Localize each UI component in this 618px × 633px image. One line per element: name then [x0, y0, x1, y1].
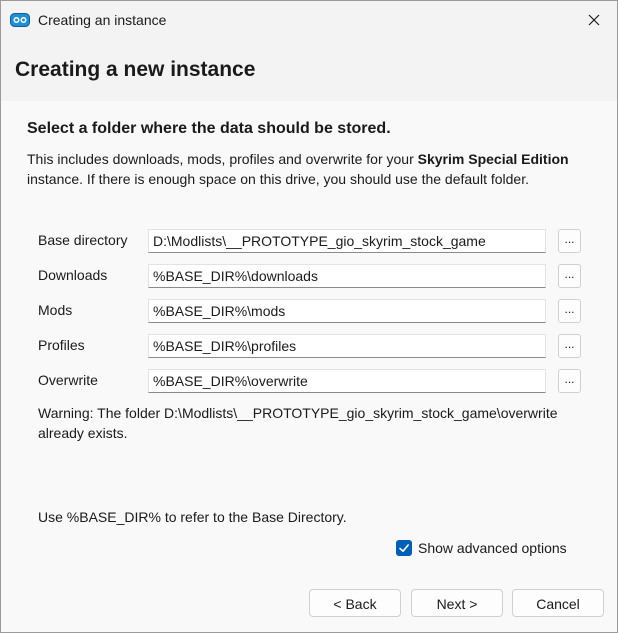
show-advanced-options-label: Show advanced options: [418, 540, 567, 556]
section-heading: Select a folder where the data should be…: [27, 120, 391, 137]
profiles-label: Profiles: [38, 337, 85, 353]
profiles-input[interactable]: [148, 334, 546, 358]
dialog-window: Creating an instance Creating a new inst…: [0, 0, 618, 633]
description-text-end: instance. If there is enough space on th…: [27, 171, 529, 187]
path-row-base-directory: Base directory ...: [38, 229, 581, 254]
app-icon: [10, 13, 30, 27]
checkmark-icon: [399, 544, 409, 552]
mods-browse-button[interactable]: ...: [558, 299, 581, 323]
next-button[interactable]: Next >: [411, 589, 503, 617]
page-header: Creating a new instance: [1, 39, 617, 101]
mods-label: Mods: [38, 302, 73, 318]
section-description: This includes downloads, mods, profiles …: [27, 149, 587, 189]
downloads-browse-button[interactable]: ...: [558, 264, 581, 288]
mods-input[interactable]: [148, 299, 546, 323]
back-button[interactable]: < Back: [309, 589, 401, 617]
page-title: Creating a new instance: [15, 58, 256, 81]
base-directory-input[interactable]: [148, 229, 546, 253]
downloads-label: Downloads: [38, 267, 108, 283]
path-row-mods: Mods ...: [38, 299, 581, 324]
close-icon: [588, 14, 600, 26]
title-bar: Creating an instance: [1, 1, 617, 39]
path-row-downloads: Downloads ...: [38, 264, 581, 289]
overwrite-browse-button[interactable]: ...: [558, 369, 581, 393]
overwrite-input[interactable]: [148, 369, 546, 393]
cancel-button[interactable]: Cancel: [512, 589, 604, 617]
base-dir-hint: Use %BASE_DIR% to refer to the Base Dire…: [38, 509, 347, 525]
path-row-profiles: Profiles ...: [38, 334, 581, 359]
checkbox-box[interactable]: [396, 540, 412, 556]
game-name: Skyrim Special Edition: [417, 151, 569, 167]
close-button[interactable]: [571, 1, 617, 39]
window-title: Creating an instance: [38, 12, 167, 28]
profiles-browse-button[interactable]: ...: [558, 334, 581, 358]
description-text: This includes downloads, mods, profiles …: [27, 151, 418, 167]
base-directory-label: Base directory: [38, 232, 128, 248]
show-advanced-options-checkbox[interactable]: Show advanced options: [396, 538, 567, 558]
path-row-overwrite: Overwrite ...: [38, 369, 581, 394]
base-directory-browse-button[interactable]: ...: [558, 229, 581, 253]
warning-message: Warning: The folder D:\Modlists\__PROTOT…: [38, 405, 558, 441]
overwrite-label: Overwrite: [38, 372, 98, 388]
downloads-input[interactable]: [148, 264, 546, 288]
content-area: Select a folder where the data should be…: [1, 101, 617, 632]
